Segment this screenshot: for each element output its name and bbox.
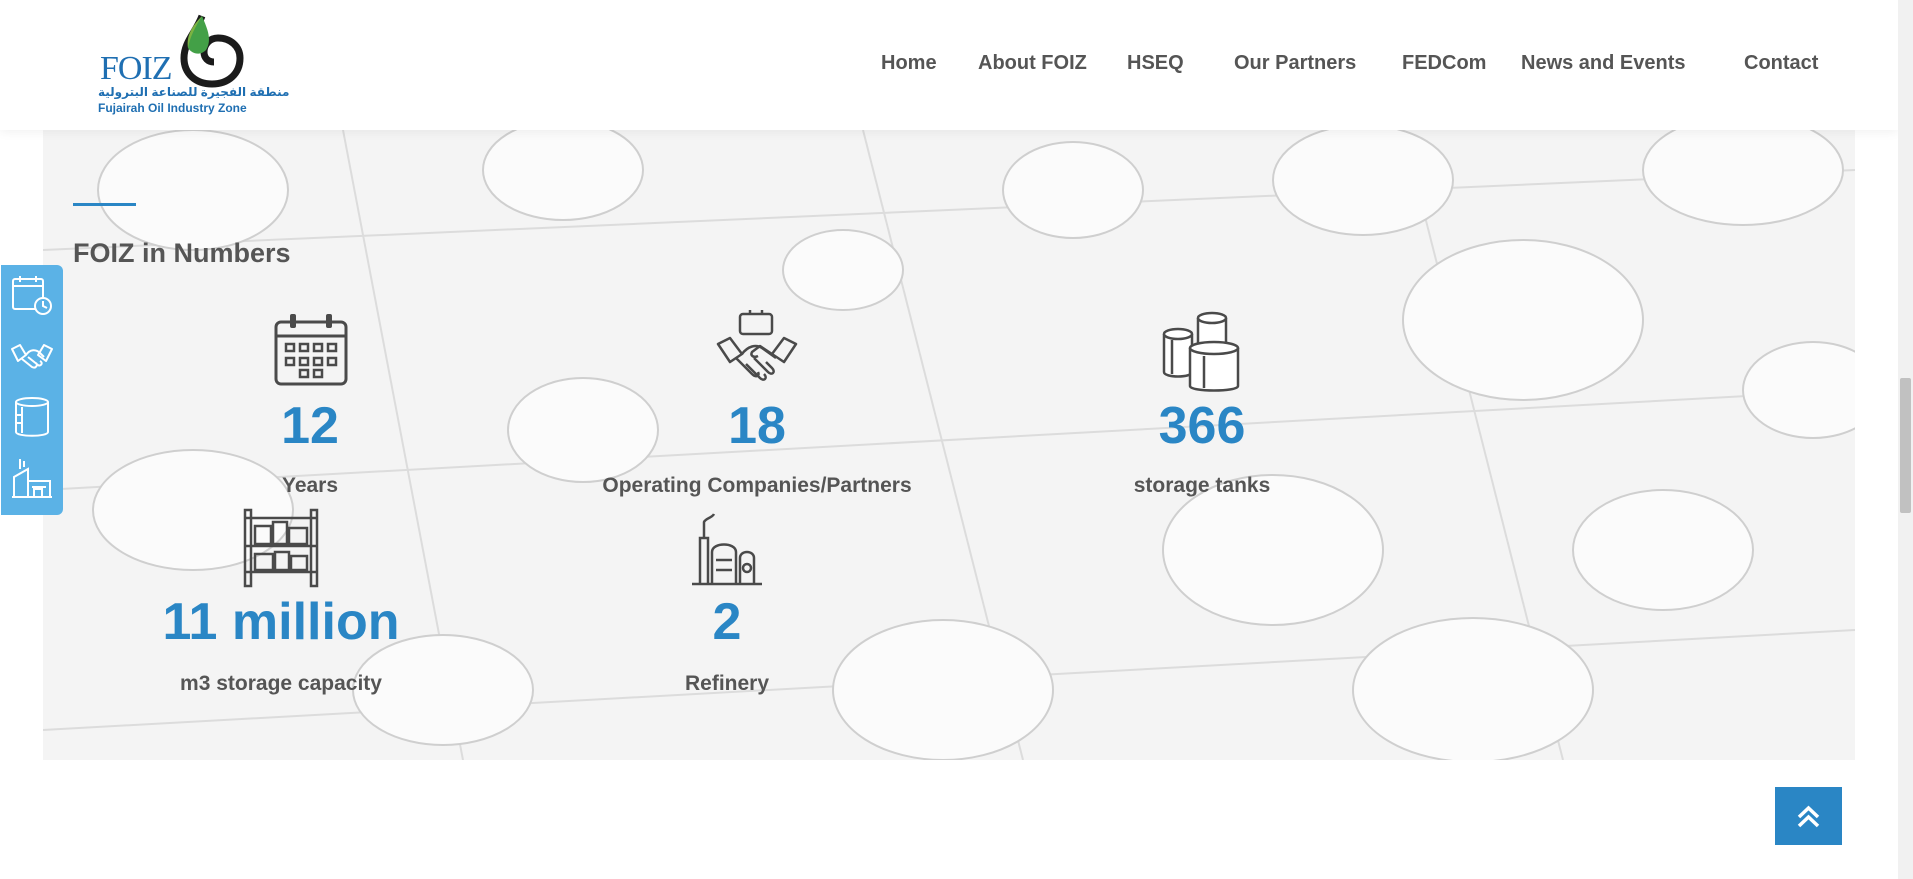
tank-icon: [15, 397, 49, 437]
foiz-logo[interactable]: FOIZ منطقة الفجيرة للصناعة البترولية Fuj…: [98, 12, 289, 120]
section-accent-line: [73, 203, 136, 206]
stat-years: 12 Years: [230, 310, 390, 500]
nav-contact[interactable]: Contact: [1744, 52, 1818, 75]
calendar-clock-icon: [12, 276, 52, 315]
stat-refinery: 2 Refinery: [660, 508, 794, 702]
stat-years-label: Years: [281, 474, 339, 497]
logo-english-name: Fujairah Oil Industry Zone: [98, 101, 247, 115]
stat-storage-tanks: 366 storage tanks: [1110, 310, 1294, 500]
stat-storage-tanks-label: storage tanks: [1133, 474, 1271, 497]
stat-partners-label: Operating Companies/Partners: [602, 474, 912, 497]
double-chevron-up-icon: [1797, 805, 1820, 828]
sidebar-partners-button[interactable]: [10, 333, 54, 377]
nav-about[interactable]: About FOIZ: [978, 52, 1087, 75]
sidebar-refinery-button[interactable]: [10, 455, 54, 499]
refinery-icon: [12, 459, 52, 498]
sidebar-tanks-button[interactable]: [10, 395, 54, 439]
logo-drop-icon: [180, 14, 244, 88]
stat-capacity-number: 11 million: [162, 593, 400, 651]
stat-years-number: 12: [281, 397, 339, 455]
back-to-top-button[interactable]: [1775, 787, 1842, 845]
nav-partners[interactable]: Our Partners: [1234, 52, 1356, 75]
nav-hseq[interactable]: HSEQ: [1127, 52, 1184, 75]
nav-home[interactable]: Home: [881, 52, 937, 75]
scrollbar-thumb[interactable]: [1900, 378, 1911, 513]
logo-arabic-name: منطقة الفجيرة للصناعة البترولية: [98, 85, 290, 99]
stat-capacity-label: m3 storage capacity: [180, 672, 382, 695]
refinery-icon: [692, 513, 762, 586]
site-header: FOIZ منطقة الفجيرة للصناعة البترولية Fuj…: [0, 0, 1898, 130]
handshake-icon: [716, 310, 798, 381]
stat-partners: 18 Operating Companies/Partners: [596, 310, 918, 500]
sidebar-calendar-button[interactable]: [10, 273, 54, 317]
handshake-icon: [11, 344, 53, 369]
storage-tanks-icon: [1162, 311, 1240, 392]
nav-fedcom[interactable]: FEDCom: [1402, 52, 1486, 75]
calendar-icon: [274, 314, 348, 386]
stat-refinery-number: 2: [712, 593, 742, 651]
warehouse-shelf-icon: [243, 508, 319, 588]
stat-refinery-label: Refinery: [684, 672, 770, 695]
section-title: FOIZ in Numbers: [73, 238, 291, 268]
stat-storage-tanks-number: 366: [1158, 397, 1246, 455]
stat-capacity: 11 million m3 storage capacity: [150, 508, 412, 702]
floating-quick-links-bar: [1, 265, 63, 515]
logo-wordmark: FOIZ: [100, 50, 173, 87]
nav-news-events[interactable]: News and Events: [1521, 52, 1686, 75]
stat-partners-number: 18: [728, 397, 786, 455]
page-scrollbar[interactable]: [1898, 0, 1913, 879]
